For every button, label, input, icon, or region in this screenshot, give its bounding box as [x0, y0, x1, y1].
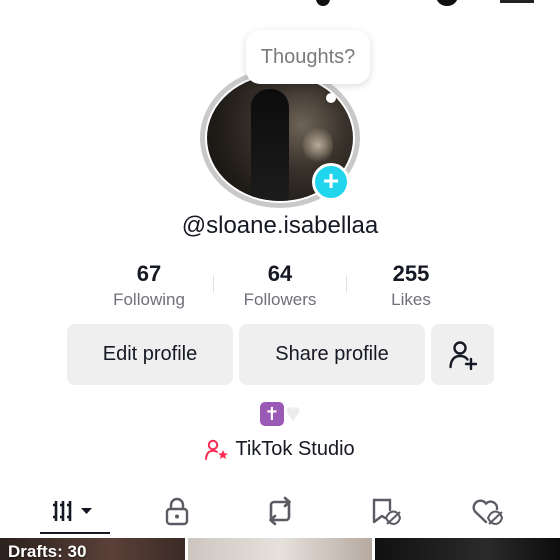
stat-following-value: 67	[136, 261, 162, 286]
stat-followers-value: 64	[267, 261, 293, 286]
add-friend-icon	[448, 341, 477, 371]
username: @sloane.isabellaa	[181, 212, 379, 239]
grid-videos-icon	[53, 501, 92, 521]
status-dot	[316, 0, 330, 6]
stat-followers[interactable]: 64 Followers	[215, 260, 345, 312]
tab-reposts[interactable]	[245, 488, 315, 534]
tab-private[interactable]	[142, 488, 212, 534]
stat-likes-label: Likes	[391, 290, 431, 309]
add-story-button[interactable]: +	[312, 163, 350, 201]
tab-videos[interactable]	[40, 488, 110, 534]
stat-likes[interactable]: 255 Likes	[346, 260, 476, 312]
white-heart-icon: ♥	[285, 400, 301, 427]
active-tab-indicator	[40, 532, 110, 534]
status-bar	[0, 0, 560, 6]
video-grid: Drafts: 30	[0, 538, 560, 560]
menu-icon[interactable]	[500, 0, 534, 3]
thoughts-bubble-tail	[326, 93, 336, 103]
add-friends-button[interactable]	[431, 324, 494, 385]
stat-divider	[213, 275, 214, 293]
thoughts-bubble[interactable]: Thoughts?	[246, 30, 370, 84]
video-thumbnail[interactable]	[188, 538, 372, 560]
thoughts-bubble-text: Thoughts?	[260, 46, 356, 68]
avatar-light	[303, 125, 333, 165]
favorites-hidden-icon	[372, 498, 401, 526]
stat-followers-label: Followers	[243, 290, 317, 309]
tiktok-studio-link[interactable]: TikTok Studio	[0, 438, 560, 461]
repost-icon	[269, 496, 291, 526]
tab-liked[interactable]	[452, 488, 522, 534]
drafts-thumbnail[interactable]: Drafts: 30	[0, 538, 185, 560]
studio-icon	[205, 439, 229, 460]
stat-following[interactable]: 67 Following	[84, 260, 214, 312]
drafts-label: Drafts: 30	[8, 542, 87, 560]
tiktok-studio-label: TikTok Studio	[235, 438, 355, 460]
lock-icon	[165, 497, 189, 526]
cross-emoji-icon: ✝	[259, 402, 284, 426]
share-profile-button[interactable]: Share profile	[239, 324, 425, 385]
stat-following-label: Following	[113, 290, 185, 309]
bio: ✝️🤍 ✝♥	[0, 402, 560, 428]
avatar-figure	[251, 89, 289, 201]
edit-profile-button[interactable]: Edit profile	[67, 324, 233, 385]
status-icon	[436, 0, 458, 6]
video-thumbnail[interactable]	[375, 538, 560, 560]
liked-hidden-icon	[472, 499, 504, 526]
tab-favorites[interactable]	[350, 488, 420, 534]
stat-likes-value: 255	[392, 261, 430, 286]
profile-tabs	[0, 488, 560, 536]
